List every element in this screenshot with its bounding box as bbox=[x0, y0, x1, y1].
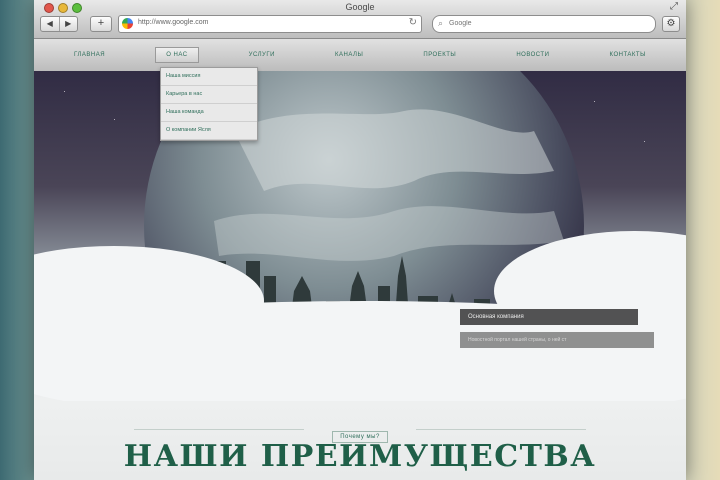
settings-gear-icon[interactable]: ⚙ bbox=[662, 16, 680, 32]
google-favicon-icon bbox=[122, 18, 133, 29]
site-navigation: Главная О нас Услуги Каналы Проекты Ново… bbox=[34, 39, 686, 71]
nav-item-projects[interactable]: Проекты bbox=[413, 48, 466, 62]
nav-item-news[interactable]: Новости bbox=[506, 48, 559, 62]
address-bar[interactable]: http://www.google.com ↻ bbox=[118, 15, 422, 33]
hero-caption-title[interactable]: Основная компания bbox=[460, 309, 638, 325]
address-url[interactable]: http://www.google.com bbox=[138, 19, 208, 26]
dropdown-item-company[interactable]: О компании Ясля bbox=[161, 122, 257, 140]
nav-item-contacts[interactable]: Контакты bbox=[600, 48, 656, 62]
about-dropdown-menu: Наша миссия Карьера в нас Наша команда О… bbox=[160, 67, 258, 141]
history-nav: ◀ ▶ bbox=[40, 16, 78, 32]
magnifier-icon: ⌕ bbox=[438, 18, 444, 28]
fullscreen-icon[interactable]: ⤢ bbox=[670, 1, 678, 12]
hero-banner: Основная компания Новостной портал нашей… bbox=[34, 71, 686, 401]
dropdown-item-mission[interactable]: Наша миссия bbox=[161, 68, 257, 86]
nav-item-channels[interactable]: Каналы bbox=[325, 48, 373, 62]
dropdown-item-team[interactable]: Наша команда bbox=[161, 104, 257, 122]
reload-icon[interactable]: ↻ bbox=[409, 17, 417, 28]
dropdown-item-career[interactable]: Карьера в нас bbox=[161, 86, 257, 104]
nav-item-services[interactable]: Услуги bbox=[239, 48, 285, 62]
back-button[interactable]: ◀ bbox=[41, 17, 59, 31]
section-heading: НАШИ ПРЕИМУЩЕСТВА bbox=[123, 439, 597, 474]
search-box[interactable]: ⌕ bbox=[432, 15, 656, 33]
planet-and-city-illustration bbox=[34, 71, 686, 401]
nav-item-about[interactable]: О нас bbox=[155, 47, 199, 63]
window-title: Google bbox=[345, 2, 375, 12]
advantages-section: Почему мы? НАШИ ПРЕИМУЩЕСТВА bbox=[34, 401, 686, 480]
add-bookmark-button[interactable]: + bbox=[90, 16, 112, 32]
forward-button[interactable]: ▶ bbox=[58, 17, 78, 31]
browser-window: Google ⤢ ◀ ▶ + http://www.google.com ↻ ⌕… bbox=[34, 0, 686, 480]
nav-item-home[interactable]: Главная bbox=[64, 48, 115, 62]
search-input[interactable] bbox=[449, 18, 639, 29]
hero-caption-subtitle: Новостной портал нашей страны, о ней ст bbox=[460, 332, 654, 348]
browser-titlebar: Google ⤢ ◀ ▶ + http://www.google.com ↻ ⌕… bbox=[34, 0, 686, 39]
